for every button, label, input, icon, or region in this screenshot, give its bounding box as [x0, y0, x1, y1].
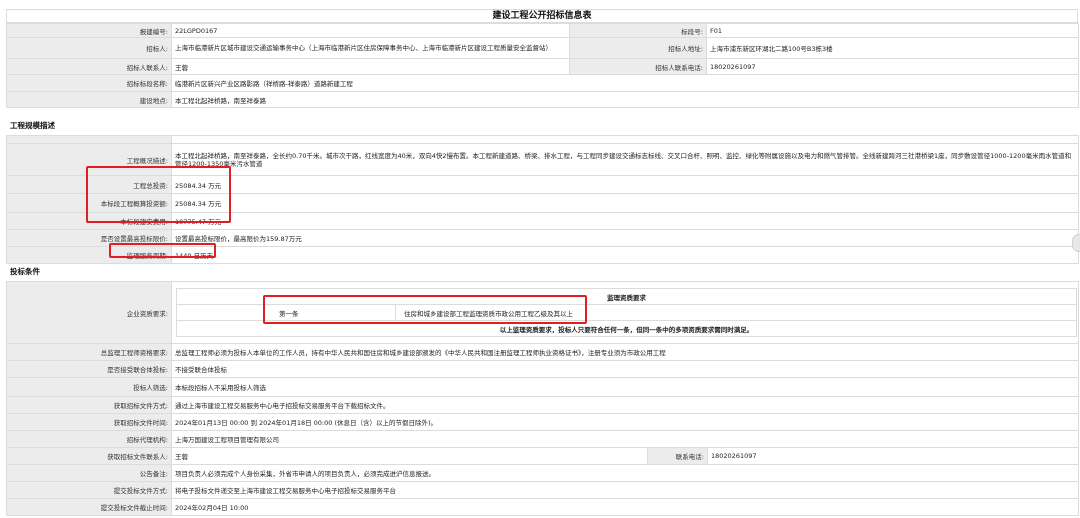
deadline-value: 2024年02月04日 10:00 [171, 498, 1079, 516]
table-row: 公告备注: 项目负责人必须完成个人身份采集，外省市申请人的项目负责人，必须完成进… [6, 464, 1079, 482]
section-install-label: 本标段建安费用: [6, 212, 172, 230]
overview-value: 本工程北起祥桥路，南至祥泰路，全长约0.70千米。城市次干路，红线宽度为40米，… [171, 143, 1079, 176]
doc-phone-value: 18020261097 [707, 447, 1079, 465]
tenderer-value: 上海市临港新片区城市建设交通运输事务中心（上海市临港新片区住房保障事务中心、上海… [171, 37, 570, 59]
table-row: 是否接受联合体投标: 不接受联合体投标 [6, 360, 1079, 378]
table-row: 获取招标文件联系人: 王蓉 联系电话: 18020261097 [6, 447, 1079, 465]
max-price-value: 设置最高投标限价，最高限价为159.87万元 [171, 229, 1079, 247]
service-period-value: 1440 日历天 [171, 246, 1079, 264]
tenderer-label: 招标人: [6, 37, 172, 59]
submit-method-value: 将电子投标文件递交至上海市建设工程交易服务中心电子招投标交易服务平台 [171, 481, 1079, 499]
table-row: 建设地点: 本工程北起祥桥路，南至祥泰路 [6, 91, 1079, 108]
table-row: 总监理工程师资格要求: 总监理工程师必须为投标人本单位的工作人员，持有中华人民共… [6, 343, 1079, 361]
table-row: 获取招标文件时间: 2024年01月13日 00:00 到 2024年01月18… [6, 413, 1079, 431]
qualification-row-requirement: 住房和城乡建设部工程监理资质市政公用工程乙级及其以上 [395, 304, 1077, 321]
overview-label: 工程概况描述: [6, 143, 172, 176]
contact-value: 王蓉 [171, 58, 570, 75]
qualification-table: 监理资质要求 第一条 住房和城乡建设部工程监理资质市政公用工程乙级及其以上 以上… [176, 288, 1077, 337]
table-row: 监理服务周期: 1440 日历天 [6, 246, 1079, 264]
tenderer-address-value: 上海市浦东新区环湖北二路100号B3栋3楼 [706, 37, 1079, 59]
basic-info-table: 报建编号: 22LGPD0167 标段号: F01 招标人: 上海市临港新片区城… [6, 23, 1079, 108]
contact-phone-label: 招标人联系电话: [569, 58, 707, 75]
deadline-label: 提交投标文件截止时间: [6, 498, 172, 516]
doc-contact-label: 获取招标文件联系人: [6, 447, 172, 465]
contact-phone-value: 18020261097 [706, 58, 1079, 75]
table-row: 投标人筛选: 本标段招标人不采用投标人筛选 [6, 377, 1079, 397]
section-name-label: 招标标段名称: [6, 74, 172, 92]
location-label: 建设地点: [6, 91, 172, 108]
conditions-table: 企业资质要求: 监理资质要求 第一条 住房和城乡建设部工程监理资质市政公用工程乙… [6, 281, 1079, 516]
page-title: 建设工程公开招标信息表 [6, 9, 1078, 23]
section-name-value: 临港新片区新兴产业区路影路（祥桥路-祥泰路）道路新建工程 [171, 74, 1079, 92]
table-row: 获取招标文件方式: 通过上海市建设工程交易服务中心电子招投标交易服务平台下载招标… [6, 396, 1079, 414]
bid-section-no-value: F01 [706, 23, 1079, 38]
section-heading-conditions: 投标条件 [10, 267, 40, 276]
consortium-label: 是否接受联合体投标: [6, 360, 172, 378]
doc-phone-label: 联系电话: [647, 447, 708, 465]
table-row: 本标段建安费用: 10775.47 万元 [6, 212, 1079, 230]
max-price-label: 是否设置最高投标限价: [6, 229, 172, 247]
location-value: 本工程北起祥桥路，南至祥泰路 [171, 91, 1079, 108]
scale-table: 工程概况描述: 本工程北起祥桥路，南至祥泰路，全长约0.70千米。城市次干路，红… [6, 135, 1079, 264]
total-investment-value: 25084.34 万元 [171, 175, 1079, 194]
qualification-label: 企业资质要求: [6, 281, 172, 344]
qualification-row-no: 第一条 [176, 304, 396, 321]
table-row: 提交投标文件截止时间: 2024年02月04日 10:00 [6, 498, 1079, 516]
doc-method-value: 通过上海市建设工程交易服务中心电子招投标交易服务平台下载招标文件。 [171, 396, 1079, 414]
report-no-value: 22LGPD0167 [171, 23, 570, 38]
consortium-value: 不接受联合体投标 [171, 360, 1079, 378]
agency-value: 上海万国建设工程项目管理有限公司 [171, 430, 1079, 448]
table-row: 工程概况描述: 本工程北起祥桥路，南至祥泰路，全长约0.70千米。城市次干路，红… [6, 143, 1079, 176]
doc-method-label: 获取招标文件方式: [6, 396, 172, 414]
submit-method-label: 提交投标文件方式: [6, 481, 172, 499]
table-row: 本标段工程概算投资额: 25084.34 万元 [6, 193, 1079, 213]
table-row [6, 135, 1079, 144]
qualification-table-header: 监理资质要求 [176, 288, 1077, 305]
tenderer-address-label: 招标人地址: [569, 37, 707, 59]
chief-engineer-label: 总监理工程师资格要求: [6, 343, 172, 361]
chief-engineer-value: 总监理工程师必须为投标人本单位的工作人员，持有中华人民共和国住房和城乡建设部颁发… [171, 343, 1079, 361]
doc-time-value: 2024年01月13日 00:00 到 2024年01月18日 00:00 (休… [171, 413, 1079, 431]
notice-label: 公告备注: [6, 464, 172, 482]
doc-contact-value: 王蓉 [171, 447, 648, 465]
qualification-note: 以上监理资质要求，投标人只要符合任何一条，但同一条中的多项资质要求需同时满足。 [176, 320, 1077, 337]
notice-value: 项目负责人必须完成个人身份采集，外省市申请人的项目负责人，必须完成进沪信息报送。 [171, 464, 1079, 482]
section-estimate-label: 本标段工程概算投资额: [6, 193, 172, 213]
table-row: 报建编号: 22LGPD0167 标段号: F01 [6, 23, 1079, 38]
section-heading-scale: 工程规模描述 [10, 121, 55, 130]
side-scroll-handle[interactable] [1072, 234, 1080, 252]
table-row: 招标代理机构: 上海万国建设工程项目管理有限公司 [6, 430, 1079, 448]
table-row: 招标人联系人: 王蓉 招标人联系电话: 18020261097 [6, 58, 1079, 75]
total-investment-label: 工程总投资: [6, 175, 172, 194]
section-install-value: 10775.47 万元 [171, 212, 1079, 230]
bid-section-no-label: 标段号: [569, 23, 707, 38]
table-row: 企业资质要求: 监理资质要求 第一条 住房和城乡建设部工程监理资质市政公用工程乙… [6, 281, 1079, 344]
table-row: 招标人: 上海市临港新片区城市建设交通运输事务中心（上海市临港新片区住房保障事务… [6, 37, 1079, 59]
agency-label: 招标代理机构: [6, 430, 172, 448]
screening-label: 投标人筛选: [6, 377, 172, 397]
table-row: 是否设置最高投标限价: 设置最高投标限价，最高限价为159.87万元 [6, 229, 1079, 247]
doc-time-label: 获取招标文件时间: [6, 413, 172, 431]
report-no-label: 报建编号: [6, 23, 172, 38]
table-row: 招标标段名称: 临港新片区新兴产业区路影路（祥桥路-祥泰路）道路新建工程 [6, 74, 1079, 92]
section-estimate-value: 25084.34 万元 [171, 193, 1079, 213]
table-row: 工程总投资: 25084.34 万元 [6, 175, 1079, 194]
screening-value: 本标段招标人不采用投标人筛选 [171, 377, 1079, 397]
table-row: 提交投标文件方式: 将电子投标文件递交至上海市建设工程交易服务中心电子招投标交易… [6, 481, 1079, 499]
contact-label: 招标人联系人: [6, 58, 172, 75]
service-period-label: 监理服务周期: [6, 246, 172, 264]
